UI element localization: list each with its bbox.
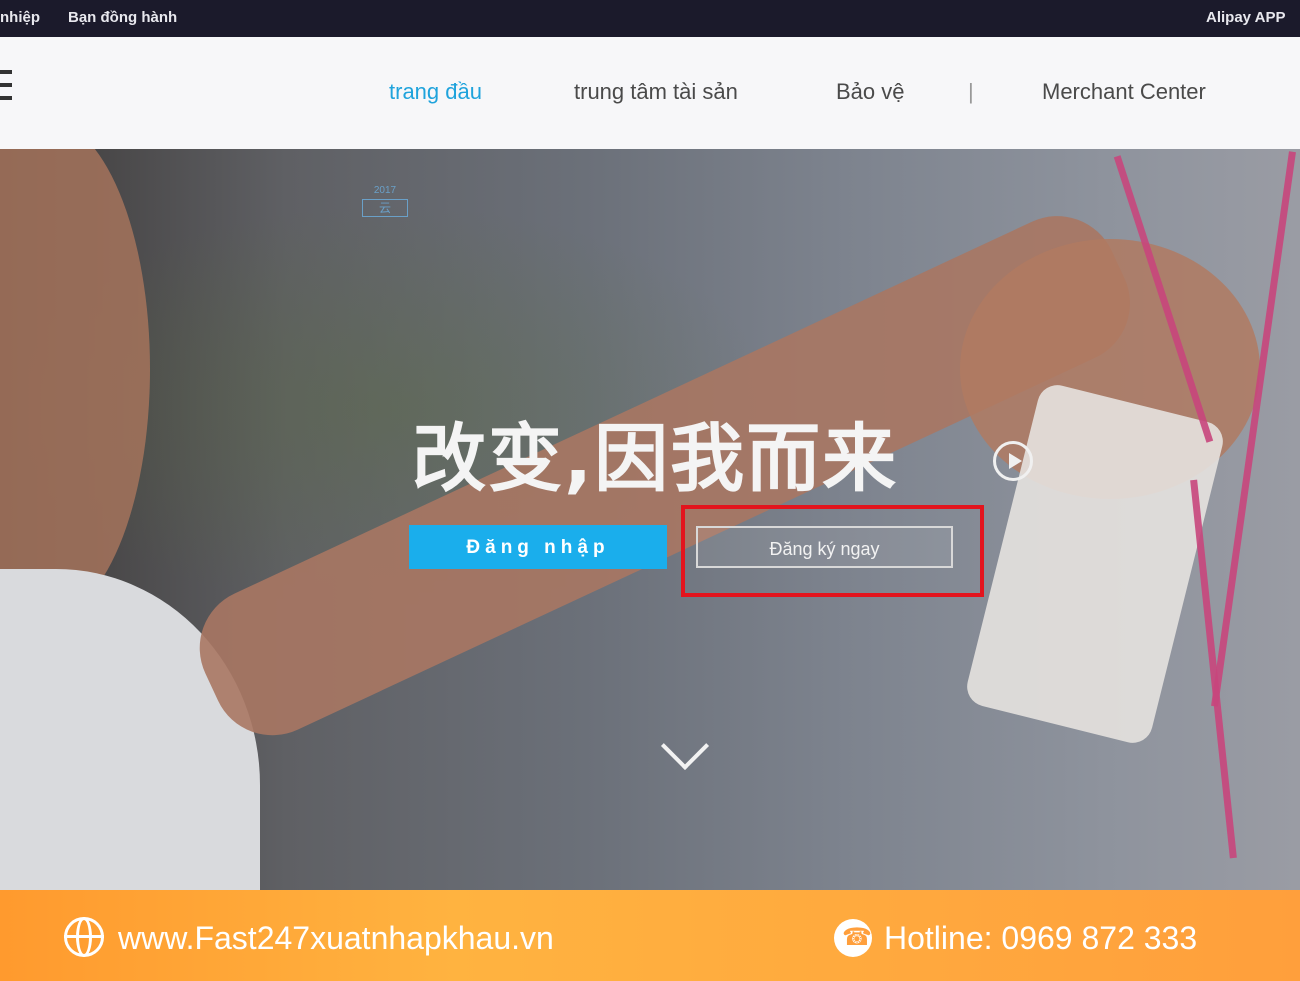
phone-icon	[834, 919, 872, 957]
nav-item-asset-center[interactable]: trung tâm tài sản	[574, 79, 738, 105]
scroll-down-chevron-icon[interactable]	[660, 721, 710, 771]
top-bar: nhiệp Bạn đồng hành Alipay APP	[0, 0, 1300, 37]
main-navbar: trang đầu trung tâm tài sản Bảo vệ | Mer…	[0, 37, 1300, 149]
footer-website[interactable]: www.Fast247xuatnhapkhau.vn	[118, 920, 554, 957]
alipay-logo[interactable]	[0, 70, 12, 120]
nav-divider: |	[968, 79, 974, 104]
hero-banner: 2017 云 改变,因我而来 Đăng nhập Đăng ký ngay	[0, 149, 1300, 890]
hero-slogan: 改变,因我而来	[412, 416, 899, 502]
login-button[interactable]: Đăng nhập	[409, 525, 667, 569]
topbar-link-enterprise[interactable]: nhiệp	[0, 9, 40, 26]
hero-badge: 2017 云	[362, 185, 408, 219]
topbar-link-partner[interactable]: Bạn đồng hành	[68, 9, 177, 26]
register-highlight-box	[681, 505, 984, 597]
hero-badge-box: 云	[362, 199, 408, 217]
footer-hotline[interactable]: Hotline: 0969 872 333	[884, 920, 1197, 957]
play-video-icon[interactable]	[993, 441, 1033, 481]
nav-item-protection[interactable]: Bảo vệ	[836, 79, 905, 105]
hero-paint-stroke	[1190, 479, 1237, 859]
topbar-link-app[interactable]: Alipay APP	[1206, 9, 1285, 26]
hero-badge-year: 2017	[373, 185, 397, 196]
nav-item-home[interactable]: trang đầu	[389, 79, 482, 105]
promo-footer: www.Fast247xuatnhapkhau.vn Hotline: 0969…	[0, 890, 1300, 981]
globe-icon	[64, 917, 104, 957]
nav-item-merchant-center[interactable]: Merchant Center	[1042, 79, 1206, 105]
hero-photo-person	[0, 149, 150, 619]
